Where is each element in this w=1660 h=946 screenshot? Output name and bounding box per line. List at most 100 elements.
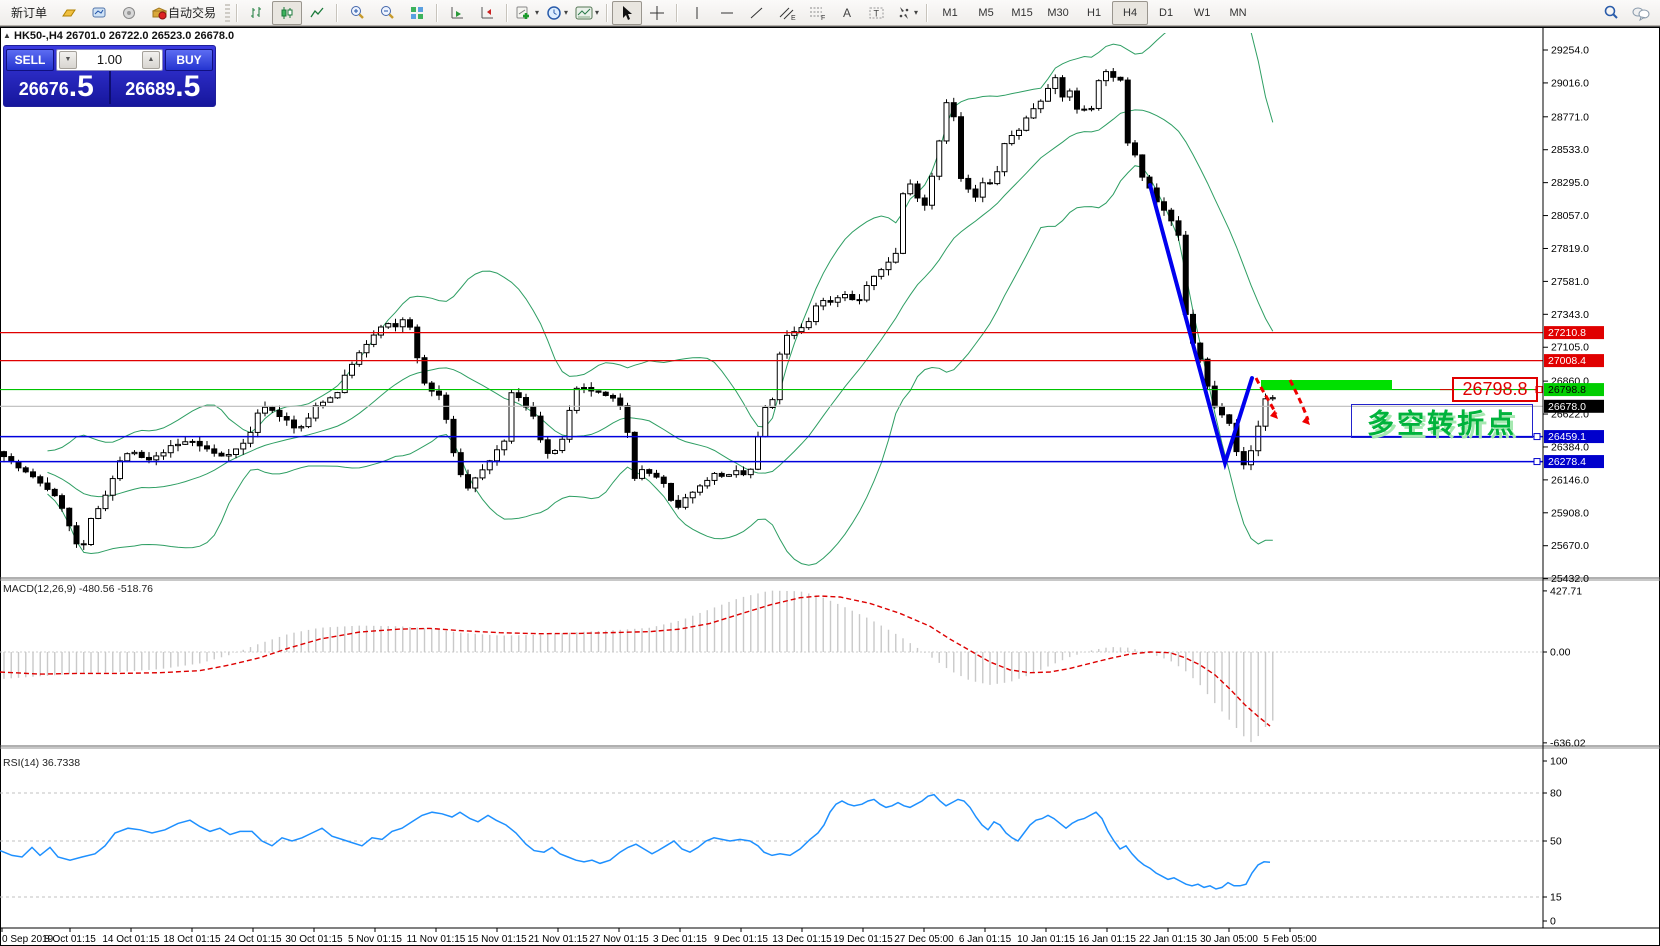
hline-icon[interactable] (712, 1, 742, 25)
svg-text:30 Jan 05:00: 30 Jan 05:00 (1200, 934, 1258, 945)
svg-text:19 Dec 01:15: 19 Dec 01:15 (833, 934, 893, 945)
svg-text:9 Dec 01:15: 9 Dec 01:15 (714, 934, 768, 945)
auto-trading-icon (151, 5, 168, 21)
svg-text:26384.0: 26384.0 (1551, 441, 1589, 453)
sell-price-main: 26676 (19, 76, 69, 102)
sell-price-button[interactable]: 26676.5 (4, 71, 111, 104)
svg-text:25432.0: 25432.0 (1551, 573, 1589, 585)
channel-icon[interactable]: E (772, 1, 802, 25)
bar-chart-icon[interactable] (242, 1, 272, 25)
tab-timeframe-m1[interactable]: M1 (932, 1, 968, 25)
chinese-annotation-text[interactable]: 多空转折点 (1351, 404, 1533, 438)
svg-text:22 Jan 01:15: 22 Jan 01:15 (1139, 934, 1197, 945)
svg-text:27 Nov 01:15: 27 Nov 01:15 (589, 934, 649, 945)
new-chart-icon[interactable]: ▾ (512, 1, 542, 25)
svg-text:6 Jan 01:15: 6 Jan 01:15 (959, 934, 1012, 945)
auto-trading-button[interactable]: 自动交易 (144, 1, 223, 25)
crosshair-icon[interactable] (642, 1, 672, 25)
tab-timeframe-m15[interactable]: M15 (1004, 1, 1040, 25)
sell-price-frac: .5 (69, 72, 94, 102)
svg-text:18 Oct 01:15: 18 Oct 01:15 (163, 934, 221, 945)
chart-canvas[interactable]: 29254.029016.028771.028533.028295.028057… (0, 0, 1660, 946)
zoom-out-icon[interactable] (372, 1, 402, 25)
svg-text:29016.0: 29016.0 (1551, 77, 1589, 89)
zoom-in-icon[interactable] (342, 1, 372, 25)
tab-timeframe-w1[interactable]: W1 (1184, 1, 1220, 25)
period-icon[interactable]: ▾ (542, 1, 572, 25)
candlestick-icon[interactable] (272, 1, 302, 25)
volume-decrease-button[interactable]: ▼ (59, 51, 77, 69)
tab-timeframe-m5[interactable]: M5 (968, 1, 1004, 25)
text-icon[interactable]: A (832, 1, 862, 25)
svg-text:27581.0: 27581.0 (1551, 276, 1589, 288)
chat-icon[interactable] (1626, 1, 1656, 25)
svg-text:27 Dec 05:00: 27 Dec 05:00 (894, 934, 954, 945)
svg-text:24 Oct 01:15: 24 Oct 01:15 (224, 934, 282, 945)
volume-value: 1.00 (79, 52, 140, 67)
sell-button[interactable]: SELL (6, 49, 54, 71)
publish-icon[interactable] (84, 1, 114, 25)
search-icon[interactable] (1596, 1, 1626, 25)
svg-text:15 Nov 01:15: 15 Nov 01:15 (467, 934, 527, 945)
label-icon[interactable]: T (862, 1, 892, 25)
arrows-icon[interactable]: ▾ (892, 1, 922, 25)
buy-button[interactable]: BUY (165, 49, 213, 71)
toolbar: 新订单 自动交易 ▾ ▾ ▾ E F A T ▾ M (0, 0, 1660, 26)
svg-text:27105.0: 27105.0 (1551, 342, 1589, 354)
svg-text:21 Nov 01:15: 21 Nov 01:15 (528, 934, 588, 945)
gold-icon[interactable] (54, 1, 84, 25)
macd-indicator-label: MACD(12,26,9) -480.56 -518.76 (3, 583, 153, 595)
template-icon[interactable]: ▾ (572, 1, 602, 25)
svg-text:0: 0 (1550, 916, 1556, 928)
volume-increase-button[interactable]: ▲ (142, 51, 160, 69)
buy-price-main: 26689 (125, 76, 175, 102)
trendline-icon[interactable] (742, 1, 772, 25)
svg-text:25670.0: 25670.0 (1551, 540, 1589, 552)
fibo-icon[interactable]: F (802, 1, 832, 25)
auto-scroll-icon[interactable] (442, 1, 472, 25)
svg-text:27008.4: 27008.4 (1548, 355, 1586, 367)
svg-text:5 Nov 01:15: 5 Nov 01:15 (348, 934, 402, 945)
tab-timeframe-mn[interactable]: MN (1220, 1, 1256, 25)
vline-icon[interactable] (682, 1, 712, 25)
svg-text:F: F (821, 15, 825, 21)
svg-text:28771.0: 28771.0 (1551, 111, 1589, 123)
svg-text:11 Nov 01:15: 11 Nov 01:15 (407, 934, 466, 945)
svg-text:28057.0: 28057.0 (1551, 210, 1589, 222)
svg-text:10 Jan 01:15: 10 Jan 01:15 (1017, 934, 1075, 945)
svg-text:28533.0: 28533.0 (1551, 144, 1589, 156)
tab-timeframe-m30[interactable]: M30 (1040, 1, 1076, 25)
chart-shift-icon[interactable] (472, 1, 502, 25)
signal-icon[interactable] (114, 1, 144, 25)
svg-text:T: T (874, 8, 880, 18)
svg-text:8 Oct 01:15: 8 Oct 01:15 (44, 934, 96, 945)
tab-timeframe-h4[interactable]: H4 (1112, 1, 1148, 25)
svg-text:80: 80 (1550, 788, 1562, 800)
svg-text:27819.0: 27819.0 (1551, 243, 1589, 255)
svg-text:0.00: 0.00 (1550, 647, 1571, 659)
tile-windows-icon[interactable] (402, 1, 432, 25)
svg-text:14 Oct 01:15: 14 Oct 01:15 (102, 934, 160, 945)
svg-text:30 Oct 01:15: 30 Oct 01:15 (285, 934, 343, 945)
line-chart-icon[interactable] (302, 1, 332, 25)
volume-input[interactable]: ▼ 1.00 ▲ (56, 49, 163, 71)
cursor-icon[interactable] (612, 1, 642, 25)
symbol-collapse-icon[interactable]: ▲ (3, 31, 11, 40)
svg-text:E: E (791, 15, 796, 21)
svg-text:26798.8: 26798.8 (1548, 384, 1586, 396)
tab-timeframe-h1[interactable]: H1 (1076, 1, 1112, 25)
svg-text:27343.0: 27343.0 (1551, 309, 1589, 321)
svg-text:100: 100 (1550, 756, 1568, 768)
price-callout-label[interactable]: 26798.8 (1452, 377, 1538, 402)
svg-text:-636.02: -636.02 (1550, 737, 1586, 749)
new-order-button[interactable]: 新订单 (4, 1, 54, 25)
svg-text:A: A (843, 6, 851, 20)
buy-price-button[interactable]: 26689.5 (111, 71, 216, 104)
svg-text:16 Jan 01:15: 16 Jan 01:15 (1078, 934, 1136, 945)
mt4-window: 新订单 自动交易 ▾ ▾ ▾ E F A T ▾ M (0, 0, 1660, 946)
svg-text:26278.4: 26278.4 (1548, 456, 1586, 468)
svg-text:15: 15 (1550, 892, 1562, 904)
tab-timeframe-d1[interactable]: D1 (1148, 1, 1184, 25)
svg-text:29254.0: 29254.0 (1551, 45, 1589, 57)
buy-price-frac: .5 (175, 72, 200, 102)
